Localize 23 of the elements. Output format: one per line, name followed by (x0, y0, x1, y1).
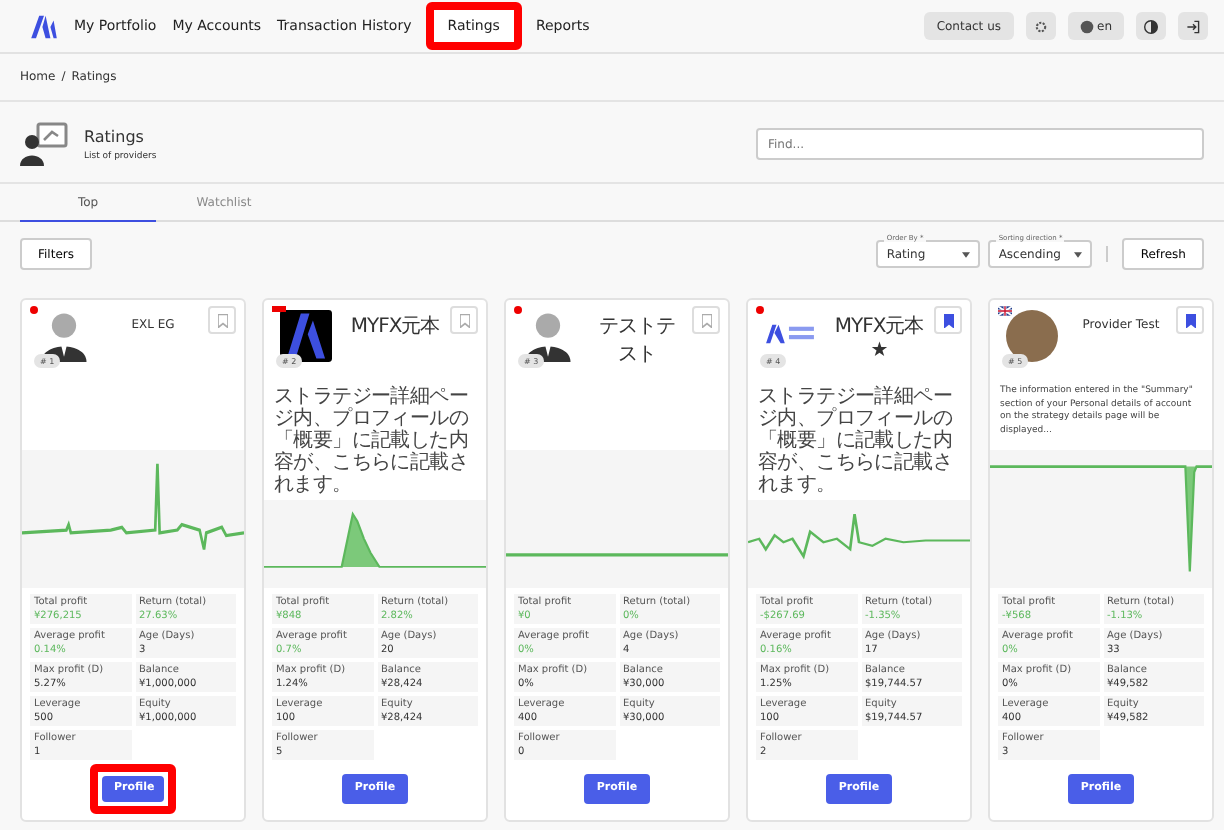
provider-name: MYFX元本★ (832, 313, 926, 362)
settings-button[interactable] (1025, 12, 1055, 40)
provider-name: テストテスト (597, 314, 677, 368)
provider-description: ストラテジー詳細ページ内、プロフィールの「概要」に記載した内容が、こちらに記載されます。 (272, 383, 471, 500)
caret-icon (962, 251, 971, 257)
bookmark-button[interactable] (1176, 306, 1204, 334)
bookmark-button[interactable] (934, 306, 962, 334)
provider-description: ストラテジー詳細ページ内、プロフィールの「概要」に記載した内容が、こちらに記載されます。 (756, 383, 955, 500)
bookmark-icon (943, 313, 953, 327)
bookmark-icon (217, 313, 227, 327)
logout-button[interactable] (1178, 12, 1208, 40)
app-logo-icon[interactable] (28, 13, 60, 39)
theme-button[interactable] (1136, 12, 1166, 40)
logout-icon (1186, 19, 1200, 33)
settings-icon (1033, 19, 1047, 33)
bookmark-icon (701, 313, 711, 327)
provider-name: MYFX元本 (348, 313, 442, 340)
contrast-icon (1144, 19, 1158, 33)
caret-icon (1074, 251, 1083, 257)
bookmark-icon (1185, 313, 1195, 327)
user-chart-icon (20, 122, 68, 166)
page-title: Ratings (84, 127, 146, 145)
bookmark-icon (459, 313, 469, 327)
